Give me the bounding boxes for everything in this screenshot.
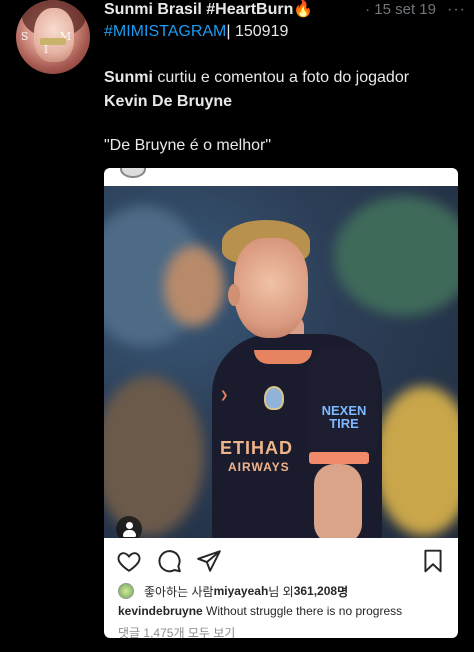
player-arm bbox=[314, 464, 362, 538]
author-name[interactable]: Sunmi Brasil #HeartBurn bbox=[104, 1, 293, 18]
bg-crowd-2 bbox=[334, 196, 458, 316]
sleeve-sponsor: NEXEN TIRE bbox=[321, 403, 367, 431]
sleeve-band bbox=[309, 452, 369, 464]
club-crest-icon bbox=[264, 386, 284, 410]
heart-icon[interactable] bbox=[116, 548, 142, 574]
caption-row: kevindebruyne Without struggle there is … bbox=[118, 604, 402, 618]
tweet-header: Sunmi Brasil #HeartBurn🔥 · 15 set 19 ··· bbox=[104, 0, 466, 22]
bg-crowd-4 bbox=[104, 376, 204, 536]
likes-row: 좋아하는 사람 miyayeah 님 외 361,208 명 bbox=[118, 582, 348, 600]
likes-user[interactable]: miyayeah bbox=[214, 584, 269, 598]
ig-header-avatar bbox=[120, 168, 146, 178]
line1-rest: curtiu e comentou a foto do jogador bbox=[152, 69, 410, 86]
author-avatar[interactable]: S M I bbox=[16, 0, 90, 74]
jersey-sponsor-sub: AIRWAYS bbox=[228, 460, 290, 474]
tweet-text-line1: Sunmi curtiu e comentou a foto do jogado… bbox=[104, 68, 409, 88]
caption-text: Without struggle there is no progress bbox=[202, 604, 403, 618]
tweet-text-line2: Kevin De Bruyne bbox=[104, 93, 233, 110]
caption-user[interactable]: kevindebruyne bbox=[118, 604, 203, 618]
tweet-date[interactable]: 15 set 19 bbox=[374, 1, 436, 18]
player-sleeve bbox=[307, 346, 379, 456]
person-head bbox=[126, 522, 133, 529]
tweet-meta: · 15 set 19 bbox=[365, 0, 436, 20]
hashtag-suffix: | 150919 bbox=[226, 23, 289, 40]
more-icon[interactable]: ··· bbox=[447, 0, 466, 20]
likes-suffix: 명 bbox=[337, 584, 349, 599]
media-card[interactable]: ❯ ETIHAD AIRWAYS NEXEN TIRE 좋아하는 사람 miya… bbox=[104, 168, 458, 638]
jersey-collar bbox=[254, 350, 312, 364]
person-body bbox=[123, 530, 136, 537]
bookmark-icon[interactable] bbox=[420, 548, 446, 574]
hashtag-link[interactable]: #MIMISTAGRAM bbox=[104, 23, 226, 40]
meta-separator: · bbox=[365, 1, 371, 18]
bg-crowd-3 bbox=[374, 386, 458, 536]
brand-logo-icon: ❯ bbox=[220, 390, 229, 401]
player-photo[interactable]: ❯ ETIHAD AIRWAYS NEXEN TIRE bbox=[104, 186, 458, 538]
jersey-sponsor: ETIHAD bbox=[220, 438, 293, 458]
tagged-people-icon[interactable] bbox=[116, 516, 142, 538]
line1-bold: Sunmi bbox=[104, 69, 153, 86]
tweet-tags: #MIMISTAGRAM| 150919 bbox=[104, 22, 288, 42]
player-ear bbox=[228, 284, 240, 306]
fire-emoji: 🔥 bbox=[293, 1, 314, 18]
view-all-comments-link[interactable]: 댓글 1,475개 모두 보기 bbox=[118, 624, 235, 638]
liker-avatar[interactable] bbox=[118, 583, 134, 599]
bg-crowd-5 bbox=[164, 246, 224, 326]
ig-action-bar bbox=[104, 544, 458, 578]
share-icon[interactable] bbox=[196, 548, 222, 574]
tweet-quote: "De Bruyne é o melhor" bbox=[104, 137, 271, 154]
player-head bbox=[234, 238, 308, 338]
likes-count[interactable]: 361,208 bbox=[294, 584, 337, 598]
avatar-tag bbox=[40, 38, 66, 45]
likes-prefix: 좋아하는 사람 bbox=[144, 584, 214, 599]
likes-mid: 님 외 bbox=[268, 584, 294, 599]
comment-icon[interactable] bbox=[156, 548, 182, 574]
